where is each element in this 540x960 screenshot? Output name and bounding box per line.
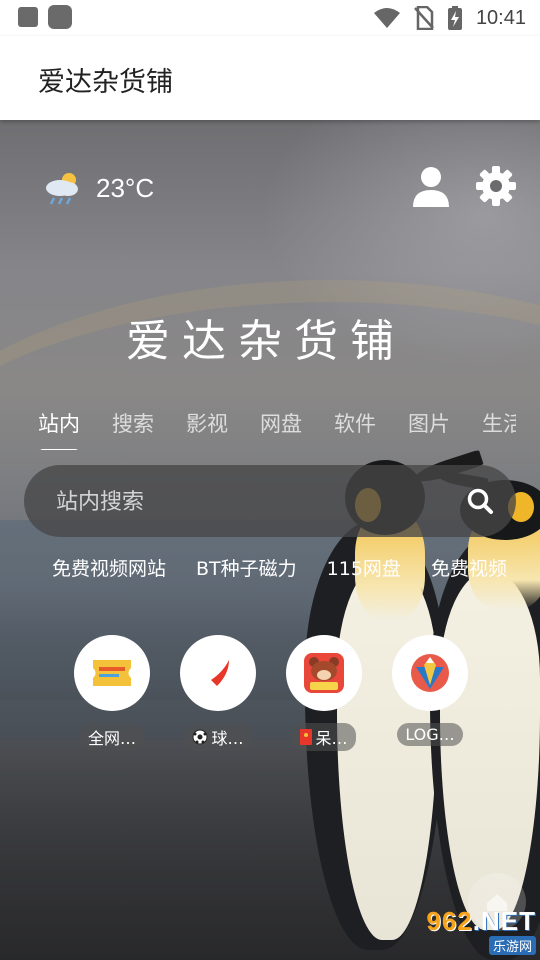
- tab-cloud-drive[interactable]: 网盘: [260, 408, 302, 438]
- weather-widget[interactable]: 23°C: [42, 170, 154, 206]
- hero-background: [0, 120, 540, 960]
- tab-search[interactable]: 搜索: [112, 408, 154, 438]
- app-label: LOG…: [405, 725, 455, 744]
- app-shortcut[interactable]: LOG…: [392, 635, 468, 751]
- soccer-ball-icon: [192, 729, 208, 745]
- red-envelope-icon: [300, 729, 313, 745]
- app-shortcut[interactable]: 全网…: [74, 635, 150, 751]
- app-shortcut[interactable]: 呆…: [286, 635, 362, 751]
- notification-square-icon: [18, 7, 38, 27]
- tab-active-indicator: [40, 449, 78, 450]
- bear-app-icon: [304, 653, 344, 693]
- clock: 10:41: [475, 6, 526, 29]
- red-swoosh-app-icon: [211, 660, 229, 686]
- no-sim-icon: [414, 6, 434, 30]
- header-actions: [412, 166, 516, 208]
- rain-sun-cloud-icon: [46, 173, 78, 205]
- app-shortcut[interactable]: 球…: [180, 635, 256, 751]
- gear-icon[interactable]: [476, 166, 516, 206]
- temperature: 23°C: [96, 172, 155, 203]
- app-title: 爱达杂货铺: [38, 67, 173, 98]
- watermark-text: 乐游网: [488, 935, 536, 955]
- tab-images[interactable]: 图片: [408, 408, 450, 438]
- quick-link-free-video[interactable]: 免费视频网站: [52, 554, 166, 581]
- user-icon[interactable]: [412, 166, 450, 208]
- status-right: 10:41: [373, 6, 526, 30]
- battery-charging-icon: [447, 6, 462, 30]
- app-label: 全网…: [87, 729, 136, 748]
- search-input[interactable]: [54, 465, 458, 539]
- app-bar: 爱达杂货铺: [0, 36, 540, 120]
- quick-link-bt-magnet[interactable]: BT种子磁力: [196, 554, 297, 581]
- notification-icons: [18, 5, 72, 29]
- ticket-app-icon: [93, 660, 131, 686]
- hero-title: 爱达杂货铺: [126, 316, 406, 367]
- tab-software[interactable]: 软件: [334, 408, 376, 438]
- status-bar: 10:41: [0, 0, 540, 36]
- wifi-icon: [373, 8, 400, 28]
- tab-life[interactable]: 生活: [482, 408, 516, 438]
- watermark-logo: 962.NET: [426, 905, 536, 936]
- quick-link-free-video-2[interactable]: 免费视频: [431, 554, 507, 581]
- search-icon[interactable]: [466, 487, 494, 515]
- search-bar[interactable]: [24, 465, 516, 539]
- app-label: 球…: [211, 729, 244, 748]
- category-tabs: 站内 搜索 影视 网盘 软件 图片 生活: [0, 400, 516, 450]
- site-watermark: 962.NET 乐游网: [400, 906, 536, 956]
- quick-link-115-drive[interactable]: 115网盘: [327, 554, 401, 581]
- quick-links: 免费视频网站 BT种子磁力 115网盘 免费视频: [0, 550, 518, 590]
- tab-video[interactable]: 影视: [186, 408, 228, 438]
- app-label: 呆…: [315, 729, 348, 748]
- pencil-logo-app-icon: [411, 654, 449, 692]
- tab-site[interactable]: 站内: [38, 408, 80, 450]
- app-shortcuts: 全网… 球… 呆… LOG…: [74, 635, 468, 751]
- notification-app-icon: [48, 5, 72, 29]
